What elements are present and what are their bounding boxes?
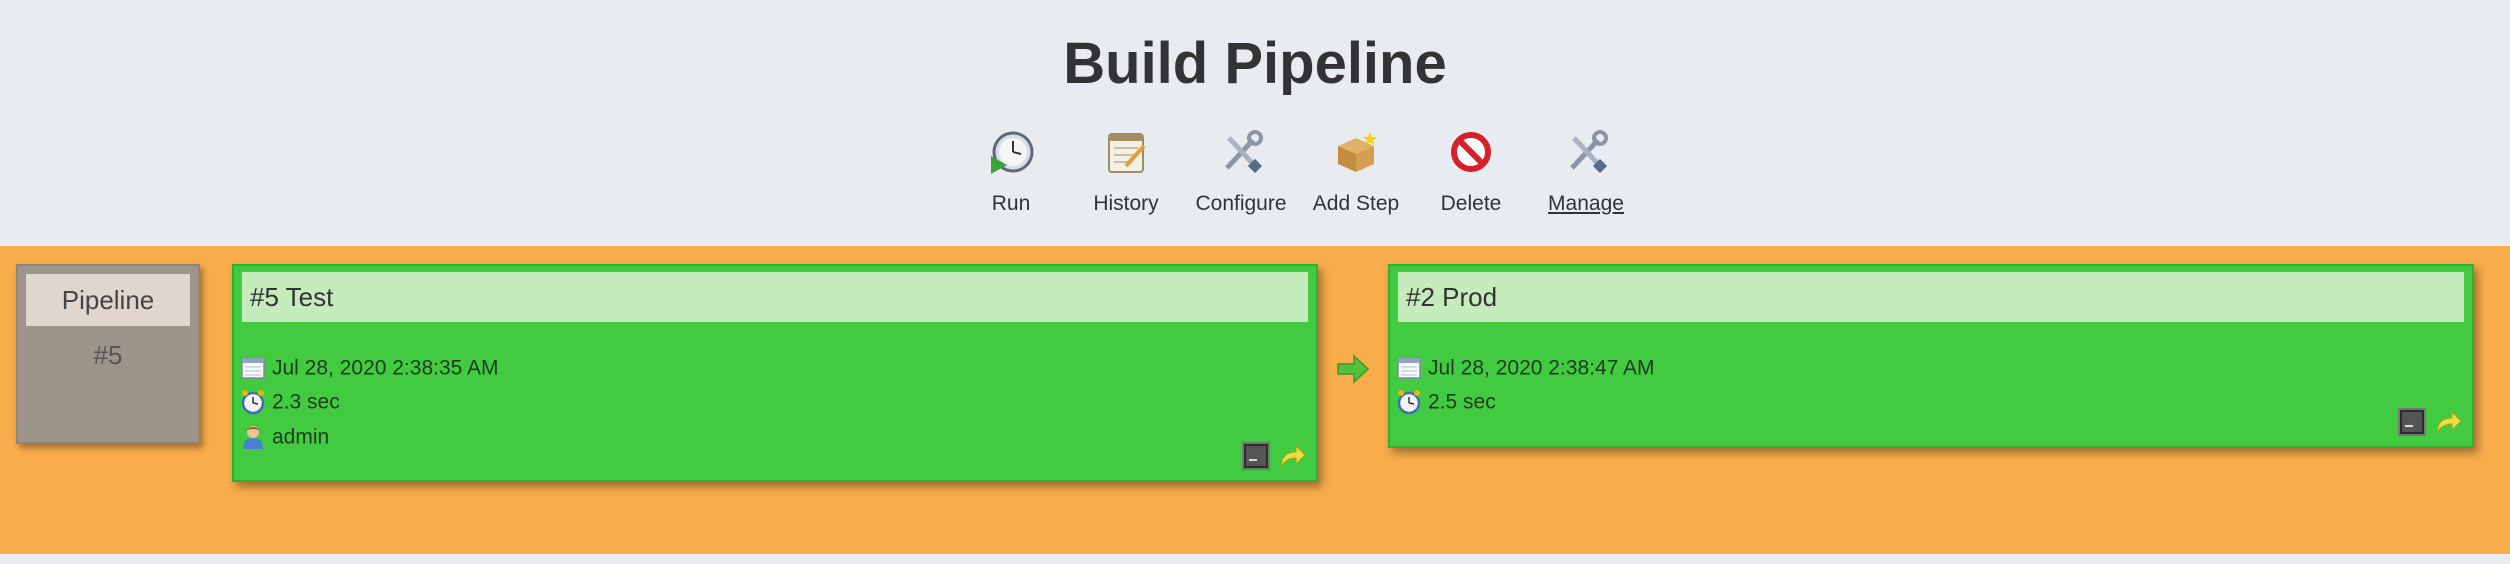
delete-button[interactable]: Delete <box>1406 128 1536 228</box>
build-card-prod[interactable]: #2 Prod Jul 28, 2020 2:38:47 AM 2.5 sec <box>1388 264 2474 448</box>
build-user-row: admin <box>240 422 329 452</box>
alarm-clock-icon <box>1397 390 1421 415</box>
package-icon <box>1338 132 1377 172</box>
delete-label: Delete <box>1440 192 1502 215</box>
tools-icon <box>1225 130 1263 174</box>
run-button[interactable]: Run <box>946 128 1076 228</box>
manage-link[interactable]: Manage <box>1521 128 1651 228</box>
bottom-strip <box>0 554 2510 564</box>
configure-label: Configure <box>1195 192 1287 215</box>
notepad-icon <box>1108 133 1146 173</box>
build-title[interactable]: #2 Prod <box>1398 272 2464 322</box>
pipeline-arrow-icon <box>1337 354 1370 384</box>
build-date-row: Jul 28, 2020 2:38:35 AM <box>240 353 499 383</box>
pipeline-number: #5 <box>93 340 123 370</box>
pipeline-stage: Pipeline #5 #5 Test Jul 28, 2020 2:38:35… <box>0 246 2510 554</box>
user-icon <box>243 426 263 450</box>
build-card-test[interactable]: #5 Test Jul 28, 2020 2:38:35 AM 2.3 sec … <box>232 264 1318 482</box>
console-icon[interactable] <box>1242 442 1270 470</box>
build-user: admin <box>272 425 330 449</box>
tools-icon <box>1570 130 1608 174</box>
build-duration: 2.3 sec <box>272 390 340 414</box>
page-title: Build Pipeline <box>1063 31 1447 96</box>
build-title[interactable]: #5 Test <box>242 272 1308 322</box>
add-step-label: Add Step <box>1312 192 1400 215</box>
calendar-icon <box>1397 357 1421 380</box>
run-clock-icon <box>991 131 1034 174</box>
manage-label: Manage <box>1548 192 1624 215</box>
header: Build Pipeline Run History Configure Add… <box>0 0 2510 246</box>
history-button[interactable]: History <box>1061 128 1191 228</box>
rerun-arrow-icon[interactable] <box>2434 408 2462 436</box>
run-label: Run <box>991 192 1031 215</box>
toolbar: Run History Configure Add Step Delete Ma… <box>940 128 1624 228</box>
build-date: Jul 28, 2020 2:38:35 AM <box>272 356 499 380</box>
alarm-clock-icon <box>241 390 265 415</box>
build-date: Jul 28, 2020 2:38:47 AM <box>1428 356 1655 380</box>
pipeline-label: Pipeline <box>26 274 190 326</box>
pipeline-card[interactable]: Pipeline #5 <box>16 264 200 444</box>
console-icon[interactable] <box>2398 408 2426 436</box>
configure-button[interactable]: Configure <box>1176 128 1306 228</box>
build-date-row: Jul 28, 2020 2:38:47 AM <box>1396 353 1655 383</box>
build-actions <box>1234 442 1306 472</box>
rerun-arrow-icon[interactable] <box>1278 442 1306 470</box>
build-actions <box>2390 408 2462 438</box>
build-duration-row: 2.5 sec <box>1396 387 1496 417</box>
build-duration-row: 2.3 sec <box>240 387 340 417</box>
build-duration: 2.5 sec <box>1428 390 1496 414</box>
calendar-icon <box>241 357 265 380</box>
no-entry-icon <box>1451 132 1491 172</box>
history-label: History <box>1093 192 1159 215</box>
add-step-button[interactable]: Add Step <box>1291 128 1421 228</box>
